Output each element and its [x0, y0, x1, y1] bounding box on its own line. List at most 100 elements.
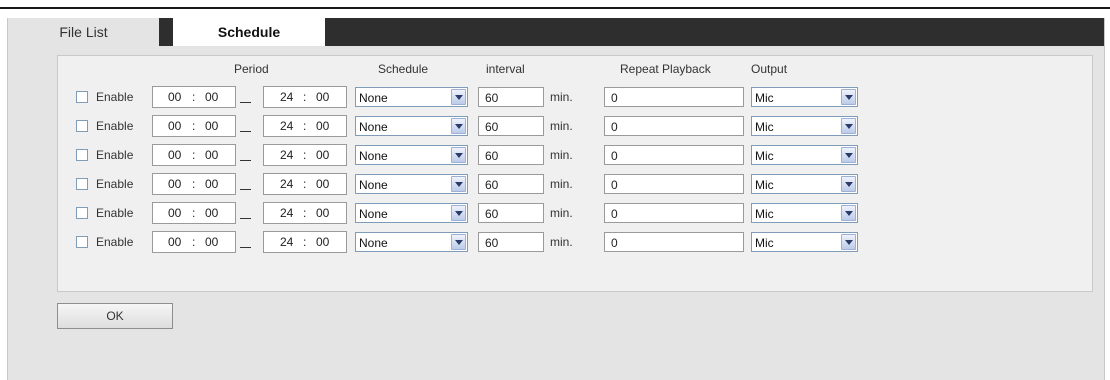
period-dash [240, 172, 251, 196]
chevron-down-icon[interactable] [451, 176, 466, 192]
repeat-playback-value: 0 [611, 91, 618, 105]
enable-checkbox[interactable] [76, 149, 88, 161]
interval-unit: min. [550, 148, 573, 162]
start-time-input[interactable]: 00:00 [152, 173, 236, 195]
start-minute[interactable]: 00 [205, 177, 218, 191]
start-minute[interactable]: 00 [205, 235, 218, 249]
chevron-down-icon[interactable] [451, 147, 466, 163]
start-hour[interactable]: 00 [168, 90, 181, 104]
schedule-value: None [359, 120, 388, 134]
enable-checkbox[interactable] [76, 178, 88, 190]
repeat-playback-value: 0 [611, 236, 618, 250]
schedule-select[interactable]: None [355, 145, 468, 165]
schedule-select[interactable]: None [355, 87, 468, 107]
tab-schedule[interactable]: Schedule [173, 18, 325, 46]
end-hour[interactable]: 24 [280, 235, 293, 249]
output-select[interactable]: Mic [751, 203, 858, 223]
end-hour[interactable]: 24 [280, 206, 293, 220]
header-repeat-playback: Repeat Playback [620, 62, 711, 76]
time-separator: : [192, 206, 196, 220]
end-time-input[interactable]: 24:00 [263, 86, 347, 108]
schedule-value: None [359, 207, 388, 221]
start-hour[interactable]: 00 [168, 206, 181, 220]
start-time-input[interactable]: 00:00 [152, 86, 236, 108]
end-minute[interactable]: 00 [316, 119, 329, 133]
interval-value: 60 [485, 120, 499, 134]
chevron-down-icon[interactable] [841, 176, 856, 192]
schedule-select[interactable]: None [355, 116, 468, 136]
chevron-down-icon[interactable] [451, 118, 466, 134]
start-hour[interactable]: 00 [168, 235, 181, 249]
repeat-playback-input[interactable]: 0 [604, 203, 744, 223]
start-time-input[interactable]: 00:00 [152, 115, 236, 137]
interval-input[interactable]: 60 [478, 116, 544, 136]
chevron-down-icon[interactable] [451, 234, 466, 250]
interval-input[interactable]: 60 [478, 232, 544, 252]
end-time-input[interactable]: 24:00 [263, 231, 347, 253]
output-select[interactable]: Mic [751, 232, 858, 252]
interval-input[interactable]: 60 [478, 145, 544, 165]
end-time-input[interactable]: 24:00 [263, 144, 347, 166]
schedule-select[interactable]: None [355, 232, 468, 252]
end-time-input[interactable]: 24:00 [263, 202, 347, 224]
repeat-playback-input[interactable]: 0 [604, 232, 744, 252]
end-hour[interactable]: 24 [280, 119, 293, 133]
end-hour[interactable]: 24 [280, 177, 293, 191]
schedule-select[interactable]: None [355, 174, 468, 194]
start-time-input[interactable]: 00:00 [152, 231, 236, 253]
interval-value: 60 [485, 178, 499, 192]
start-minute[interactable]: 00 [205, 206, 218, 220]
chevron-down-icon[interactable] [841, 205, 856, 221]
interval-value: 60 [485, 207, 499, 221]
chevron-down-icon[interactable] [841, 234, 856, 250]
enable-checkbox[interactable] [76, 207, 88, 219]
end-time-input[interactable]: 24:00 [263, 173, 347, 195]
chevron-down-icon[interactable] [451, 89, 466, 105]
output-value: Mic [755, 178, 774, 192]
start-hour[interactable]: 00 [168, 177, 181, 191]
end-minute[interactable]: 00 [316, 206, 329, 220]
chevron-down-icon[interactable] [841, 89, 856, 105]
repeat-playback-input[interactable]: 0 [604, 145, 744, 165]
end-hour[interactable]: 24 [280, 148, 293, 162]
repeat-playback-input[interactable]: 0 [604, 116, 744, 136]
output-select[interactable]: Mic [751, 174, 858, 194]
output-value: Mic [755, 149, 774, 163]
chevron-down-icon[interactable] [841, 147, 856, 163]
output-value: Mic [755, 91, 774, 105]
interval-input[interactable]: 60 [478, 174, 544, 194]
start-hour[interactable]: 00 [168, 119, 181, 133]
interval-input[interactable]: 60 [478, 203, 544, 223]
schedule-value: None [359, 91, 388, 105]
enable-checkbox[interactable] [76, 120, 88, 132]
chevron-down-icon[interactable] [841, 118, 856, 134]
start-time-input[interactable]: 00:00 [152, 144, 236, 166]
repeat-playback-input[interactable]: 0 [604, 87, 744, 107]
end-minute[interactable]: 00 [316, 177, 329, 191]
end-hour[interactable]: 24 [280, 90, 293, 104]
schedule-value: None [359, 149, 388, 163]
start-time-input[interactable]: 00:00 [152, 202, 236, 224]
start-minute[interactable]: 00 [205, 90, 218, 104]
interval-input[interactable]: 60 [478, 87, 544, 107]
ok-button[interactable]: OK [57, 303, 173, 329]
repeat-playback-input[interactable]: 0 [604, 174, 744, 194]
end-time-input[interactable]: 24:00 [263, 115, 347, 137]
output-select[interactable]: Mic [751, 87, 858, 107]
output-select[interactable]: Mic [751, 145, 858, 165]
end-minute[interactable]: 00 [316, 148, 329, 162]
chevron-down-icon[interactable] [451, 205, 466, 221]
enable-checkbox[interactable] [76, 236, 88, 248]
schedule-select[interactable]: None [355, 203, 468, 223]
end-minute[interactable]: 00 [316, 90, 329, 104]
start-minute[interactable]: 00 [205, 148, 218, 162]
end-minute[interactable]: 00 [316, 235, 329, 249]
output-select[interactable]: Mic [751, 116, 858, 136]
enable-checkbox[interactable] [76, 91, 88, 103]
repeat-playback-value: 0 [611, 178, 618, 192]
top-divider [0, 7, 1110, 9]
start-hour[interactable]: 00 [168, 148, 181, 162]
start-minute[interactable]: 00 [205, 119, 218, 133]
tab-file-list[interactable]: File List [8, 18, 166, 46]
repeat-playback-value: 0 [611, 207, 618, 221]
